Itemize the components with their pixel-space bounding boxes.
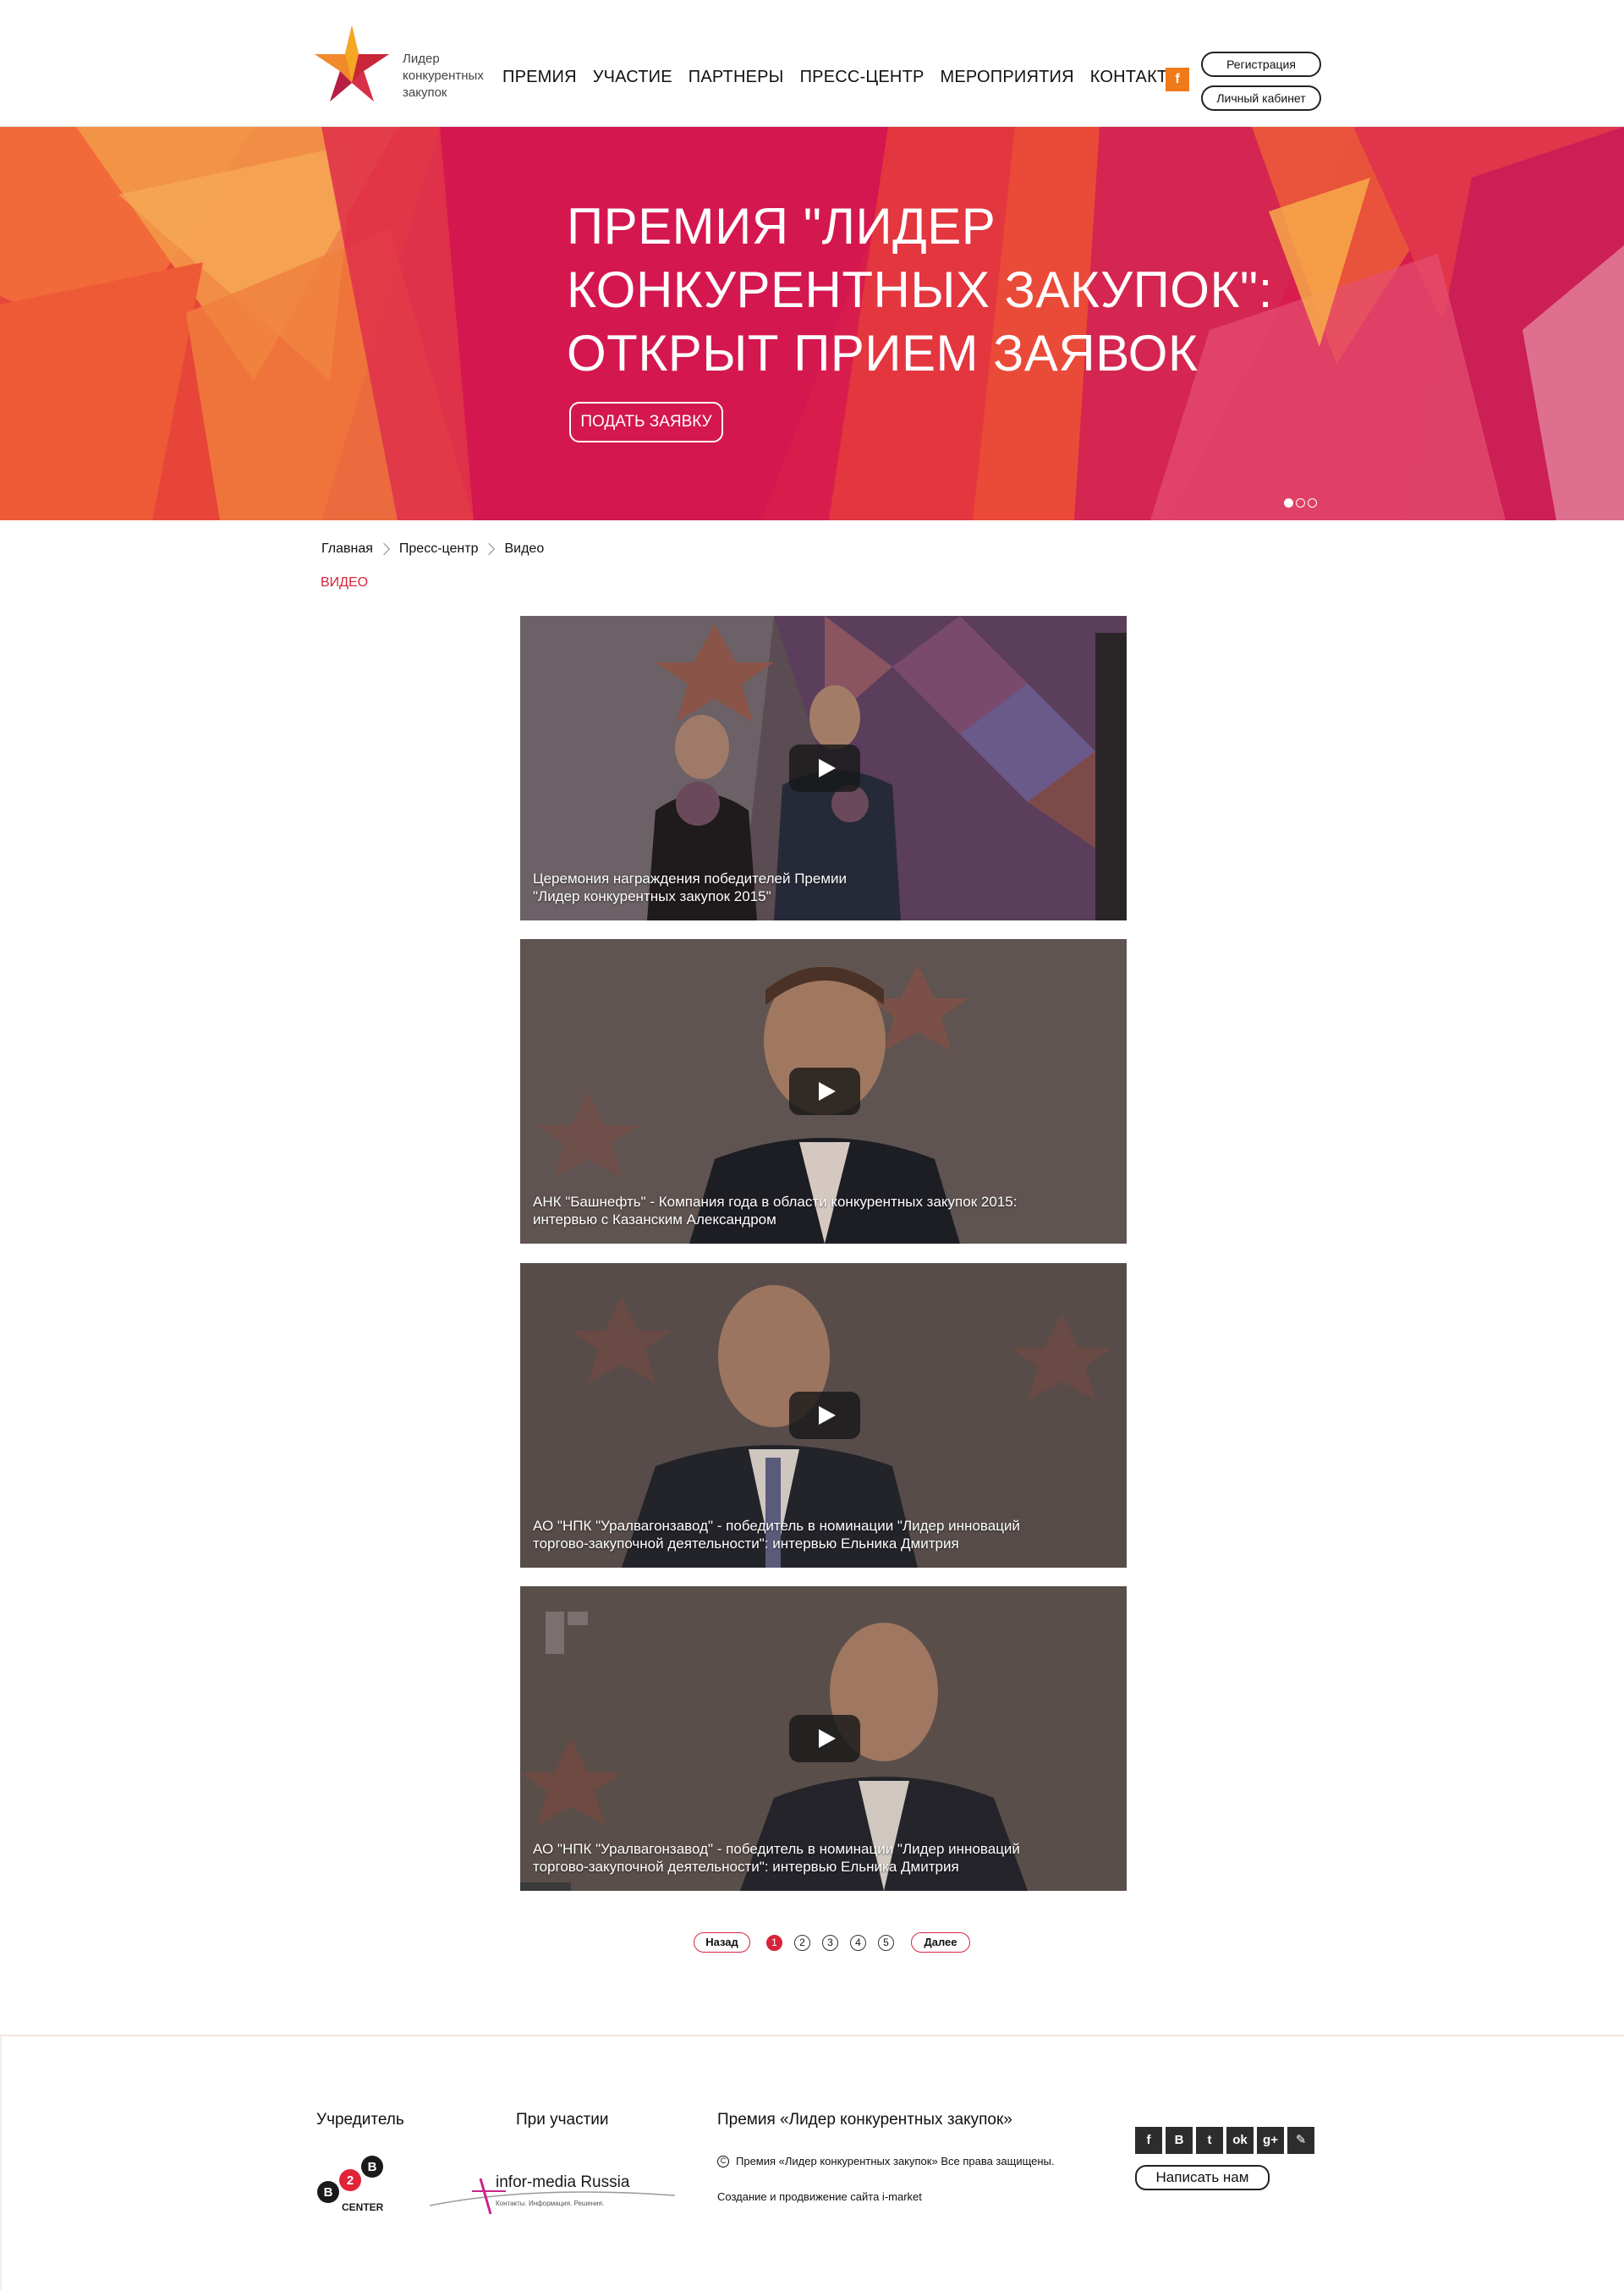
infor-logo-tagline: Контакты. Информация. Решения.: [496, 2200, 604, 2207]
hero-banner: ПРЕМИЯ "ЛИДЕР КОНКУРЕНТНЫХ ЗАКУПОК": ОТК…: [0, 127, 1624, 520]
pagination-page[interactable]: 3: [822, 1934, 838, 1951]
copyright-icon: C: [717, 2155, 729, 2167]
video-caption: АО "НПК "Уралвагонзавод" - победитель в …: [533, 1840, 1116, 1876]
facebook-icon[interactable]: f: [1135, 2127, 1162, 2154]
twitter-icon[interactable]: t: [1196, 2127, 1223, 2154]
video-caption: АО "НПК "Уралвагонзавод" - победитель в …: [533, 1517, 1116, 1552]
facebook-icon[interactable]: f: [1166, 68, 1189, 91]
pagination-next-button[interactable]: Далее: [911, 1932, 970, 1953]
breadcrumb-home[interactable]: Главная: [321, 541, 373, 557]
logo-line: закупок: [403, 85, 447, 100]
video-caption: Церемония награждения победителей Премии…: [533, 870, 1116, 905]
site-logo[interactable]: Лидер конкурентных закупок: [310, 22, 504, 107]
infor-logo-text: infor-media Russia: [496, 2173, 630, 2191]
video-caption-line: торгово-закупочной деятельности": интерв…: [533, 1536, 959, 1552]
video-caption-line: Церемония награждения победителей Премии: [533, 871, 847, 887]
nav-item-press-center[interactable]: ПРЕСС-ЦЕНТР: [800, 68, 924, 87]
video-caption-line: интервью с Казанским Александром: [533, 1211, 776, 1228]
nav-item-meropriyatiya[interactable]: МЕРОПРИЯТИЯ: [941, 68, 1074, 87]
play-icon[interactable]: [789, 744, 860, 792]
pagination-page[interactable]: 1: [766, 1934, 782, 1951]
chevron-right-icon: [377, 542, 390, 556]
infor-media-logo[interactable]: infor-media Russia Контакты. Информация.…: [430, 2153, 675, 2221]
made-by-text[interactable]: Создание и продвижение сайта i-market: [717, 2190, 922, 2203]
social-links: f B t ok g+ ✎: [1135, 2127, 1314, 2154]
google-plus-icon[interactable]: g+: [1257, 2127, 1284, 2154]
nav-item-uchastie[interactable]: УЧАСТИЕ: [593, 68, 672, 87]
footer-award-heading: Премия «Лидер конкурентных закупок»: [717, 2111, 1012, 2129]
pagination-page[interactable]: 5: [878, 1934, 894, 1951]
write-to-us-button[interactable]: Написать нам: [1135, 2165, 1270, 2190]
site-header: Лидер конкурентных закупок ПРЕМИЯ УЧАСТИ…: [0, 0, 1624, 127]
video-caption-line: торгово-закупочной деятельности": интерв…: [533, 1859, 959, 1875]
b2b-logo-letter: 2: [347, 2173, 354, 2188]
play-icon[interactable]: [789, 1715, 860, 1762]
banner-title-line: ОТКРЫТ ПРИЕМ ЗАЯВОК: [567, 325, 1199, 382]
logo-line: Лидер: [403, 52, 440, 66]
footer-founder-heading: Учредитель: [316, 2111, 404, 2129]
pagination-page[interactable]: 4: [850, 1934, 866, 1951]
copyright-text: Премия «Лидер конкурентных закупок» Все …: [736, 2155, 1055, 2167]
logo-text: Лидер конкурентных закупок: [403, 51, 484, 102]
b2b-logo-caption: CENTER: [342, 2201, 384, 2213]
nav-item-premiya[interactable]: ПРЕМИЯ: [502, 68, 577, 87]
slider-dot[interactable]: [1284, 498, 1293, 508]
odnoklassniki-icon[interactable]: ok: [1226, 2127, 1254, 2154]
register-button[interactable]: Регистрация: [1201, 52, 1321, 77]
pagination: Назад 1 2 3 4 5 Далее: [694, 1932, 970, 1953]
video-caption-line: АО "НПК "Уралвагонзавод" - победитель в …: [533, 1841, 1020, 1857]
slider-dots: [1284, 498, 1317, 508]
video-caption-line: АНК "Башнефть" - Компания года в области…: [533, 1194, 1018, 1210]
breadcrumb: Главная Пресс-центр Видео: [321, 541, 544, 557]
page-title: ВИДЕО: [321, 575, 369, 590]
breadcrumb-press-center[interactable]: Пресс-центр: [399, 541, 479, 557]
video-card[interactable]: АО "НПК "Уралвагонзавод" - победитель в …: [520, 1586, 1127, 1891]
b2b-center-logo[interactable]: B 2 B CENTER: [316, 2153, 401, 2217]
logo-line: конкурентных: [403, 69, 484, 83]
slider-dot[interactable]: [1296, 498, 1305, 508]
main-nav: ПРЕМИЯ УЧАСТИЕ ПАРТНЕРЫ ПРЕСС-ЦЕНТР МЕРО…: [502, 68, 1199, 87]
site-footer: Учредитель При участии Премия «Лидер кон…: [0, 2035, 1624, 2291]
star-logo-icon: [315, 25, 389, 102]
footer-participation-heading: При участии: [516, 2111, 609, 2129]
video-card[interactable]: АНК "Башнефть" - Компания года в области…: [520, 939, 1127, 1244]
video-card[interactable]: АО "НПК "Уралвагонзавод" - победитель в …: [520, 1263, 1127, 1568]
apply-button[interactable]: ПОДАТЬ ЗАЯВКУ: [569, 402, 723, 442]
video-caption-line: АО "НПК "Уралвагонзавод" - победитель в …: [533, 1518, 1020, 1534]
pagination-page[interactable]: 2: [794, 1934, 810, 1951]
b2b-logo-letter: B: [324, 2185, 333, 2200]
banner-title-line: ПРЕМИЯ "ЛИДЕР: [567, 198, 996, 255]
play-icon[interactable]: [789, 1392, 860, 1439]
slider-dot[interactable]: [1308, 498, 1317, 508]
video-caption-line: "Лидер конкурентных закупок 2015": [533, 888, 771, 904]
personal-cabinet-button[interactable]: Личный кабинет: [1201, 85, 1321, 111]
video-caption: АНК "Башнефть" - Компания года в области…: [533, 1193, 1116, 1228]
banner-title: ПРЕМИЯ "ЛИДЕР КОНКУРЕНТНЫХ ЗАКУПОК": ОТК…: [567, 195, 1328, 385]
copyright-line: C Премия «Лидер конкурентных закупок» Вс…: [717, 2155, 1055, 2167]
banner-title-line: КОНКУРЕНТНЫХ ЗАКУПОК":: [567, 261, 1273, 318]
play-icon[interactable]: [789, 1068, 860, 1115]
nav-item-partnery[interactable]: ПАРТНЕРЫ: [689, 68, 784, 87]
pagination-back-button[interactable]: Назад: [694, 1932, 750, 1953]
vk-icon[interactable]: B: [1166, 2127, 1193, 2154]
video-card[interactable]: Церемония награждения победителей Премии…: [520, 616, 1127, 920]
b2b-logo-letter: B: [368, 2160, 377, 2174]
chevron-right-icon: [483, 542, 496, 556]
breadcrumb-current: Видео: [504, 541, 545, 556]
livejournal-icon[interactable]: ✎: [1287, 2127, 1314, 2154]
